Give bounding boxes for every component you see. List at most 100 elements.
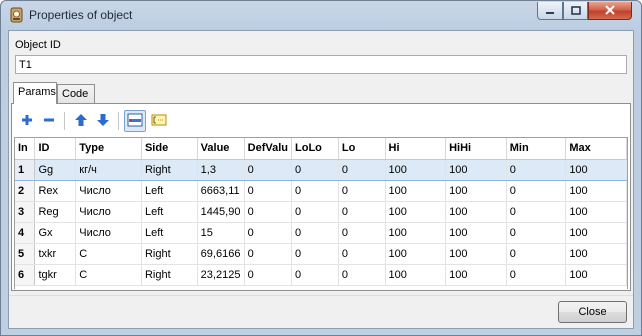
column-header-in[interactable]: In (15, 138, 36, 160)
table-cell-lo[interactable]: 0 (338, 201, 386, 223)
column-header-hihi[interactable]: HiHi (445, 138, 507, 160)
table-cell-min[interactable]: 0 (506, 180, 567, 202)
table-cell-hihi[interactable]: 100 (445, 201, 507, 223)
remove-icon (42, 113, 56, 130)
table-cell-id[interactable]: Gg (34, 158, 77, 181)
table-cell-min[interactable]: 0 (506, 264, 567, 286)
close-button[interactable]: Close (558, 301, 627, 323)
table-view-button[interactable] (124, 110, 146, 132)
row-number: 3 (15, 201, 36, 223)
column-header-type[interactable]: Type (75, 138, 142, 160)
tab-params[interactable]: Params (13, 82, 57, 104)
column-header-max[interactable]: Max (565, 138, 627, 160)
edit-field-button[interactable] (148, 110, 170, 132)
table-cell-max[interactable]: 100 (565, 264, 627, 286)
table-cell-side[interactable]: Left (141, 180, 198, 202)
table-cell-side[interactable]: Right (141, 264, 198, 286)
table-cell-value[interactable]: 15 (197, 222, 245, 244)
close-window-button[interactable] (588, 2, 632, 20)
table-cell-hi[interactable]: 100 (385, 243, 447, 265)
table-cell-value[interactable]: 69,6166 (197, 243, 245, 265)
table-cell-defvalu[interactable]: 0 (244, 222, 293, 244)
table-cell-lolo[interactable]: 0 (291, 222, 339, 244)
minimize-button[interactable] (537, 2, 563, 20)
table-cell-type[interactable]: Число (75, 201, 142, 223)
table-cell-side[interactable]: Right (141, 243, 198, 265)
table-cell-id[interactable]: tgkr (34, 264, 77, 286)
table-cell-max[interactable]: 100 (565, 180, 627, 202)
table-cell-defvalu[interactable]: 0 (244, 264, 293, 286)
table-cell-lo[interactable]: 0 (338, 222, 386, 244)
table-cell-min[interactable]: 0 (506, 243, 567, 265)
table-cell-min[interactable]: 0 (506, 222, 567, 244)
table-cell-value[interactable]: 1445,90 (197, 201, 245, 223)
table-cell-min[interactable]: 0 (506, 201, 567, 223)
table-cell-lolo[interactable]: 0 (291, 201, 339, 223)
column-header-lolo[interactable]: LoLo (291, 138, 339, 160)
column-header-hi[interactable]: Hi (385, 138, 447, 160)
object-id-input[interactable] (15, 55, 627, 74)
column-header-id[interactable]: ID (34, 138, 77, 160)
tab-code[interactable]: Code (57, 84, 95, 104)
table-cell-lo[interactable]: 0 (338, 243, 386, 265)
column-header-lo[interactable]: Lo (338, 138, 386, 160)
table-row[interactable]: 5 txkr C Right 69,6166 0 0 0 100 100 0 100 (15, 243, 627, 265)
column-header-min[interactable]: Min (506, 138, 567, 160)
table-cell-type[interactable]: Число (75, 222, 142, 244)
table-cell-hi[interactable]: 100 (385, 201, 447, 223)
table-cell-hi[interactable]: 100 (385, 158, 447, 181)
table-row[interactable]: 2 Rex Число Left 6663,11 0 0 0 100 100 0 100 (15, 180, 627, 202)
table-cell-max[interactable]: 100 (565, 222, 627, 244)
table-cell-lolo[interactable]: 0 (291, 264, 339, 286)
table-cell-defvalu[interactable]: 0 (244, 201, 293, 223)
table-row[interactable]: 6 tgkr C Right 23,2125 0 0 0 100 100 0 100 (15, 264, 627, 286)
table-cell-value[interactable]: 6663,11 (197, 180, 245, 202)
table-cell-hi[interactable]: 100 (385, 222, 447, 244)
table-cell-max[interactable]: 100 (565, 201, 627, 223)
table-cell-defvalu[interactable]: 0 (244, 180, 293, 202)
table-cell-hi[interactable]: 100 (385, 264, 447, 286)
remove-button[interactable] (38, 110, 60, 132)
table-cell-id[interactable]: Rex (34, 180, 77, 202)
table-row[interactable]: 3 Reg Число Left 1445,90 0 0 0 100 100 0 100 (15, 201, 627, 223)
table-cell-hihi[interactable]: 100 (445, 243, 507, 265)
table-cell-min[interactable]: 0 (506, 158, 567, 181)
column-header-side[interactable]: Side (141, 138, 198, 160)
table-row[interactable]: 1 Gg кг/ч Right 1,3 0 0 0 100 100 0 100 (15, 158, 627, 181)
table-cell-value[interactable]: 23,2125 (197, 264, 245, 286)
table-row[interactable]: 4 Gx Число Left 15 0 0 0 100 100 0 100 (15, 222, 627, 244)
table-cell-type[interactable]: C (75, 243, 142, 265)
table-cell-defvalu[interactable]: 0 (244, 158, 293, 181)
table-cell-value[interactable]: 1,3 (197, 158, 245, 181)
table-cell-side[interactable]: Left (141, 222, 198, 244)
table-cell-max[interactable]: 100 (565, 158, 627, 181)
table-cell-lolo[interactable]: 0 (291, 180, 339, 202)
move-up-button[interactable] (70, 110, 92, 132)
table-cell-side[interactable]: Left (141, 201, 198, 223)
table-cell-hihi[interactable]: 100 (445, 180, 507, 202)
table-cell-max[interactable]: 100 (565, 243, 627, 265)
table-cell-type[interactable]: Число (75, 180, 142, 202)
column-header-value[interactable]: Value (197, 138, 245, 160)
table-cell-type[interactable]: кг/ч (75, 158, 142, 181)
table-cell-type[interactable]: C (75, 264, 142, 286)
table-cell-hi[interactable]: 100 (385, 180, 447, 202)
maximize-button[interactable] (563, 2, 588, 20)
table-cell-id[interactable]: Gx (34, 222, 77, 244)
move-down-button[interactable] (92, 110, 114, 132)
add-button[interactable] (16, 110, 38, 132)
table-cell-defvalu[interactable]: 0 (244, 243, 293, 265)
table-cell-side[interactable]: Right (141, 158, 198, 181)
table-cell-lolo[interactable]: 0 (291, 158, 339, 181)
table-cell-lo[interactable]: 0 (338, 158, 386, 181)
title-bar[interactable]: Properties of object (1, 1, 641, 29)
table-cell-hihi[interactable]: 100 (445, 158, 507, 181)
table-cell-hihi[interactable]: 100 (445, 264, 507, 286)
table-cell-lo[interactable]: 0 (338, 180, 386, 202)
table-cell-id[interactable]: txkr (34, 243, 77, 265)
table-cell-hihi[interactable]: 100 (445, 222, 507, 244)
table-cell-lolo[interactable]: 0 (291, 243, 339, 265)
table-cell-id[interactable]: Reg (34, 201, 77, 223)
column-header-defvalu[interactable]: DefValu (244, 138, 293, 160)
table-cell-lo[interactable]: 0 (338, 264, 386, 286)
